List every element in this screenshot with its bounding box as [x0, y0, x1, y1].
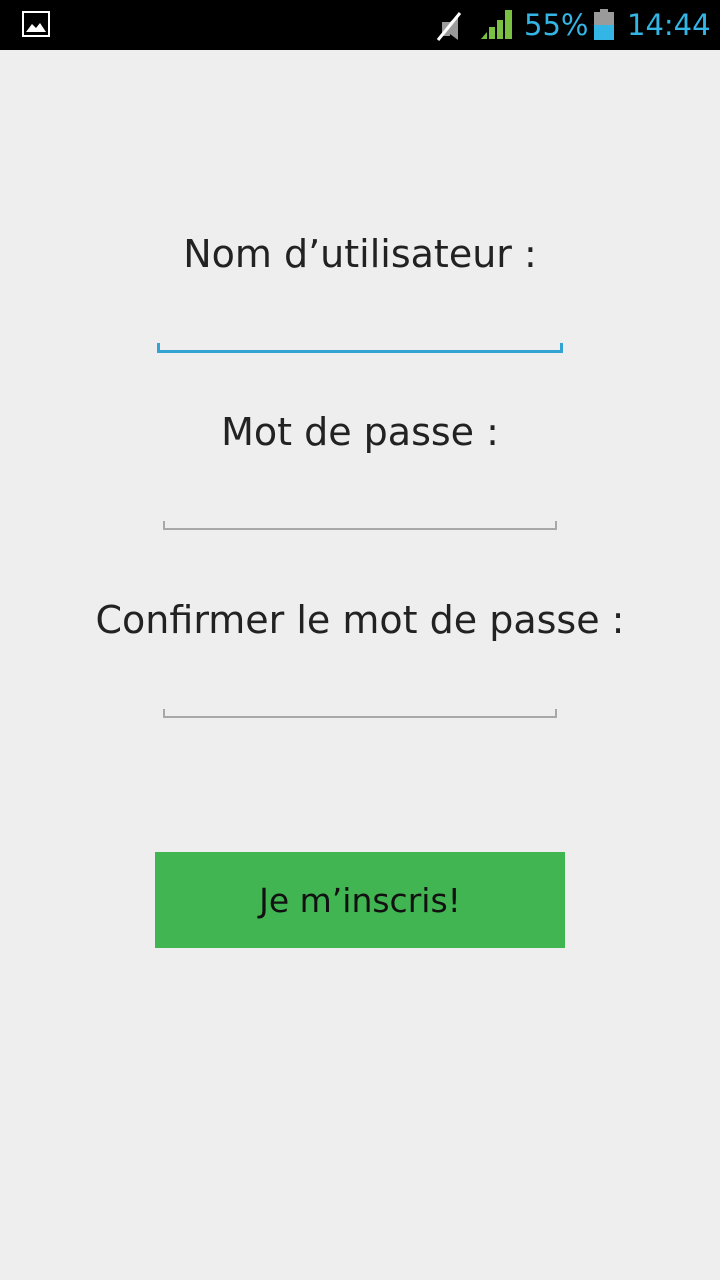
- confirm-password-field[interactable]: [163, 664, 557, 716]
- signup-button[interactable]: Je m’inscris!: [155, 852, 565, 948]
- confirm-password-label: Confirmer le mot de passe :: [95, 598, 625, 642]
- clock: 14:44: [627, 8, 711, 42]
- username-label: Nom d’utilisateur :: [183, 232, 537, 276]
- username-field[interactable]: [157, 298, 563, 350]
- password-label: Mot de passe :: [221, 410, 499, 454]
- mute-icon: [436, 12, 462, 41]
- signal-icon: [481, 10, 512, 39]
- battery-icon: [594, 9, 614, 40]
- status-bar: 55% 14:44: [0, 0, 720, 50]
- gallery-icon: [22, 11, 50, 37]
- password-field[interactable]: [163, 476, 557, 528]
- battery-percent: 55%: [524, 8, 589, 42]
